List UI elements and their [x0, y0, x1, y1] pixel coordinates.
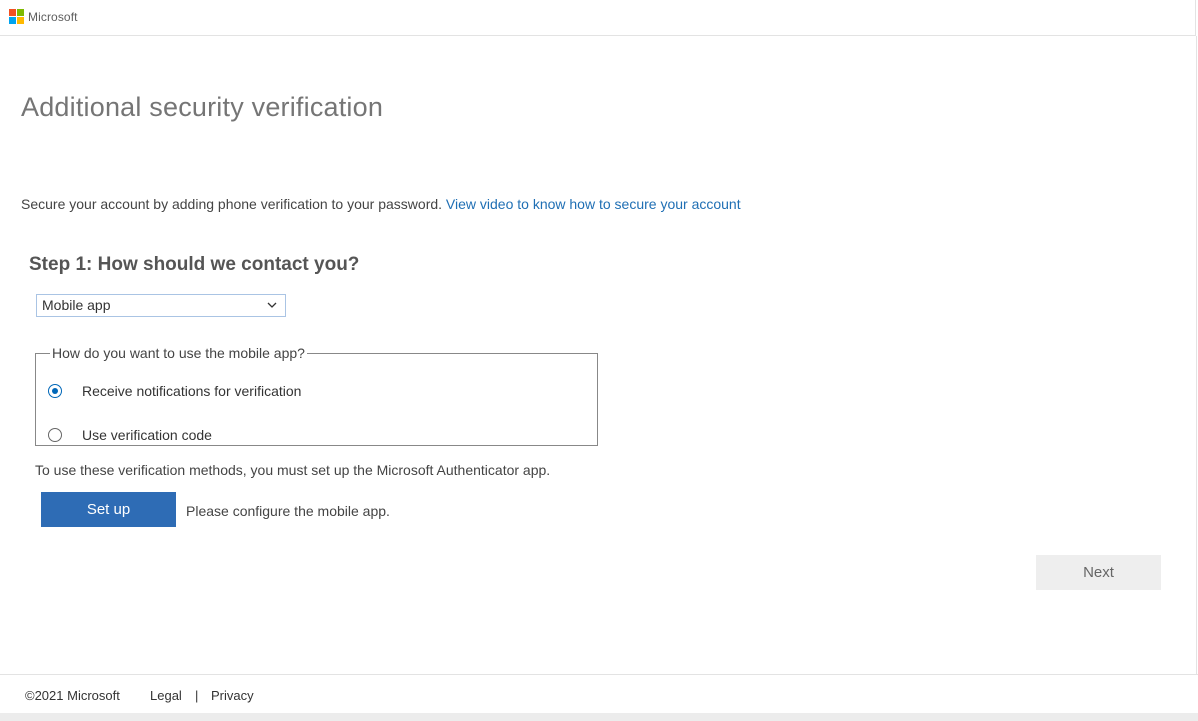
header-bar: Microsoft	[0, 0, 1196, 36]
view-video-link[interactable]: View video to know how to secure your ac…	[446, 196, 741, 212]
intro-paragraph: Secure your account by adding phone veri…	[21, 196, 741, 212]
setup-button[interactable]: Set up	[41, 492, 176, 527]
mobile-app-usage-legend: How do you want to use the mobile app?	[52, 345, 305, 361]
page-title: Additional security verification	[21, 92, 384, 122]
step-title: Step 1: How should we contact you?	[29, 254, 360, 275]
setup-status-text: Please configure the mobile app.	[186, 503, 390, 519]
microsoft-logo: Microsoft	[9, 9, 78, 24]
footer-separator: |	[195, 688, 199, 703]
option-label: Receive notifications for verification	[82, 383, 302, 399]
microsoft-logo-icon	[9, 9, 24, 24]
option-receive-notifications[interactable]: Receive notifications for verification	[48, 383, 301, 399]
brand-name: Microsoft	[28, 9, 78, 24]
intro-text: Secure your account by adding phone veri…	[21, 196, 443, 212]
contact-method-select[interactable]: Mobile app	[36, 294, 286, 317]
option-label: Use verification code	[82, 427, 212, 443]
content-border	[1196, 36, 1197, 674]
radio-verification-code[interactable]	[48, 428, 62, 442]
chevron-down-icon	[267, 302, 277, 308]
contact-method-value: Mobile app	[42, 297, 111, 313]
authenticator-note: To use these verification methods, you m…	[35, 462, 551, 478]
privacy-link[interactable]: Privacy	[211, 688, 254, 703]
radio-receive-notifications[interactable]	[48, 384, 62, 398]
page: Microsoft Additional security verificati…	[0, 0, 1198, 721]
option-verification-code[interactable]: Use verification code	[48, 427, 212, 443]
footer-bottom-strip	[0, 713, 1198, 721]
mobile-app-usage-group: How do you want to use the mobile app? R…	[35, 345, 598, 446]
legal-link[interactable]: Legal	[150, 688, 182, 703]
next-button[interactable]: Next	[1036, 555, 1161, 590]
footer: ©2021 Microsoft Legal | Privacy	[0, 674, 1198, 713]
copyright-text: ©2021 Microsoft	[25, 688, 120, 703]
